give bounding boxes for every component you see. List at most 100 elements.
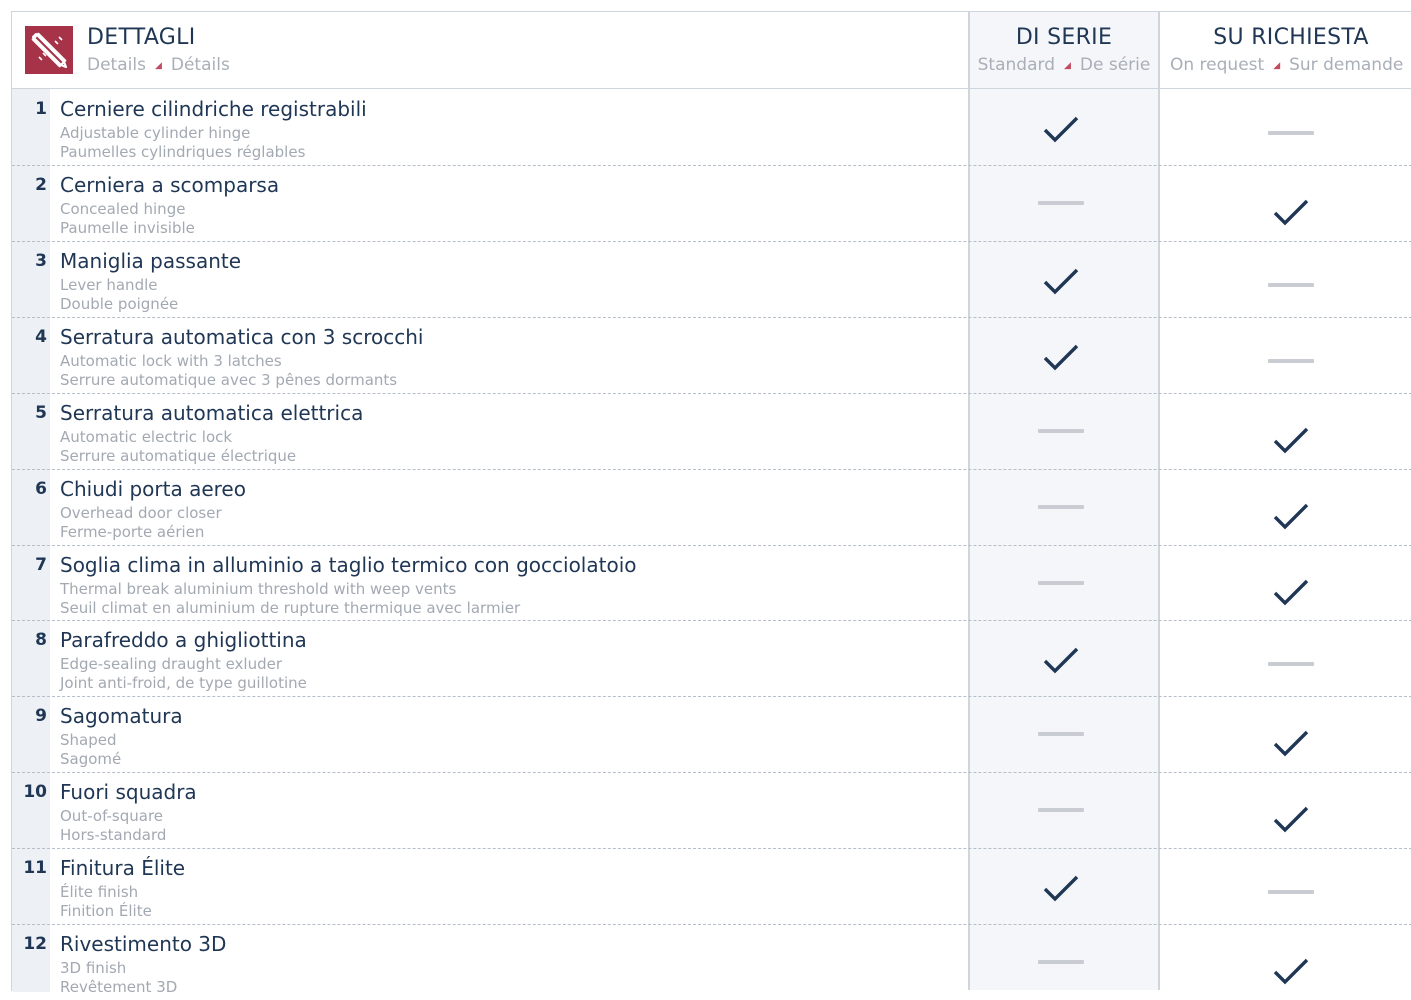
item-name-it: Finitura Élite (60, 856, 186, 880)
table-row: 8 Parafreddo a ghigliottina Edge-sealing d… (12, 620, 1411, 696)
standard-dash-icon (1038, 505, 1084, 509)
row-divider (12, 620, 1411, 621)
pencil-ruler-icon (25, 26, 73, 74)
row-number: 10 (23, 782, 47, 802)
row-number: 3 (35, 251, 47, 271)
item-name-fr: Serrure automatique électrique (60, 447, 297, 465)
item-name-it: Chiudi porta aereo (60, 477, 246, 501)
table-row: 5 Serratura automatica elettrica Automatic… (12, 393, 1411, 469)
table-row: 1 Cerniere cilindriche registrabili Adjust… (12, 89, 1411, 165)
separator-icon: ◢ (154, 61, 162, 71)
item-name-en: Thermal break aluminium threshold with w… (60, 580, 457, 598)
details-header: DETTAGLI Details ◢ Détails (12, 12, 968, 88)
on-request-check-icon (1271, 426, 1311, 456)
row-number: 7 (35, 555, 47, 575)
on-request-dash-icon (1268, 890, 1314, 894)
table-row: 9 Sagomatura Shaped Sagomé (12, 696, 1411, 772)
table-row: 6 Chiudi porta aereo Overhead door closer F… (12, 469, 1411, 545)
table-row: 4 Serratura automatica con 3 scrocchi Auto… (12, 317, 1411, 393)
standard-dash-icon (1038, 201, 1084, 205)
on-request-dash-icon (1268, 283, 1314, 287)
row-number: 6 (35, 479, 47, 499)
row-number: 2 (35, 175, 47, 195)
item-name-en: Adjustable cylinder hinge (60, 124, 251, 142)
row-number: 9 (35, 706, 47, 726)
row-divider (12, 772, 1411, 773)
standard-check-icon (1041, 874, 1081, 904)
standard-dash-icon (1038, 732, 1084, 736)
row-number: 5 (35, 403, 47, 423)
item-name-it: Cerniere cilindriche registrabili (60, 97, 367, 121)
item-name-it: Sagomatura (60, 704, 183, 728)
details-title: DETTAGLI (87, 25, 196, 50)
standard-check-icon (1041, 646, 1081, 676)
details-subtitle: Details ◢ Détails (87, 55, 230, 75)
details-table: DI SERIE Standard ◢ De série SU RICHIESTA … (11, 11, 1411, 996)
standard-check-icon (1041, 343, 1081, 373)
item-name-en: 3D finish (60, 959, 127, 977)
item-name-fr: Revêtement 3D (60, 978, 178, 996)
on-request-check-icon (1271, 805, 1311, 835)
item-name-en: Élite finish (60, 883, 139, 901)
item-name-fr: Ferme-porte aérien (60, 523, 205, 541)
row-number: 11 (23, 858, 47, 878)
item-name-it: Fuori squadra (60, 780, 197, 804)
item-name-en: Concealed hinge (60, 200, 186, 218)
item-name-fr: Paumelle invisible (60, 219, 195, 237)
standard-dash-icon (1038, 960, 1084, 964)
item-name-it: Serratura automatica con 3 scrocchi (60, 325, 424, 349)
item-name-en: Edge-sealing draught exluder (60, 655, 283, 673)
item-name-en: Automatic lock with 3 latches (60, 352, 282, 370)
item-name-fr: Serrure automatique avec 3 pênes dormant… (60, 371, 398, 389)
item-name-it: Soglia clima in alluminio a taglio termi… (60, 553, 637, 577)
table-row: 12 Rivestimento 3D 3D finish Revêtement 3D (12, 924, 1411, 1000)
item-name-fr: Finition Élite (60, 902, 152, 920)
standard-dash-icon (1038, 808, 1084, 812)
item-name-it: Serratura automatica elettrica (60, 401, 364, 425)
item-name-it: Cerniera a scomparsa (60, 173, 280, 197)
table-row: 3 Maniglia passante Lever handle Double poi… (12, 241, 1411, 317)
table-row: 2 Cerniera a scomparsa Concealed hinge Paum… (12, 165, 1411, 241)
on-request-dash-icon (1268, 359, 1314, 363)
row-divider (12, 696, 1411, 697)
row-divider (12, 317, 1411, 318)
standard-dash-icon (1038, 429, 1084, 433)
item-name-fr: Seuil climat en aluminium de rupture the… (60, 599, 521, 617)
table-row: 10 Fuori squadra Out-of-square Hors-standar… (12, 772, 1411, 848)
table-row: 7 Soglia clima in alluminio a taglio term… (12, 545, 1411, 621)
item-name-it: Rivestimento 3D (60, 932, 227, 956)
standard-dash-icon (1038, 581, 1084, 585)
table-header: DETTAGLI Details ◢ Détails (12, 12, 1411, 89)
on-request-check-icon (1271, 729, 1311, 759)
item-name-fr: Hors-standard (60, 826, 167, 844)
item-name-fr: Sagomé (60, 750, 122, 768)
item-name-fr: Joint anti-froid, de type guillotine (60, 674, 307, 692)
standard-check-icon (1041, 115, 1081, 145)
item-name-it: Parafreddo a ghigliottina (60, 628, 307, 652)
row-divider (12, 924, 1411, 925)
on-request-check-icon (1271, 198, 1311, 228)
item-name-fr: Paumelles cylindriques réglables (60, 143, 306, 161)
on-request-check-icon (1271, 957, 1311, 987)
table-row: 11 Finitura Élite Élite finish Finition Éli… (12, 848, 1411, 924)
on-request-dash-icon (1268, 662, 1314, 666)
item-name-en: Shaped (60, 731, 117, 749)
on-request-dash-icon (1268, 131, 1314, 135)
row-divider (12, 545, 1411, 546)
item-name-en: Automatic electric lock (60, 428, 233, 446)
row-divider (12, 393, 1411, 394)
row-number: 8 (35, 630, 47, 650)
row-number: 1 (35, 99, 47, 119)
standard-check-icon (1041, 267, 1081, 297)
row-number: 12 (23, 934, 47, 954)
row-divider (12, 848, 1411, 849)
row-number: 4 (35, 327, 47, 347)
on-request-check-icon (1271, 502, 1311, 532)
item-name-en: Out-of-square (60, 807, 164, 825)
on-request-check-icon (1271, 578, 1311, 608)
row-divider (12, 165, 1411, 166)
item-name-en: Overhead door closer (60, 504, 222, 522)
row-divider (12, 241, 1411, 242)
row-divider (12, 469, 1411, 470)
item-name-en: Lever handle (60, 276, 158, 294)
